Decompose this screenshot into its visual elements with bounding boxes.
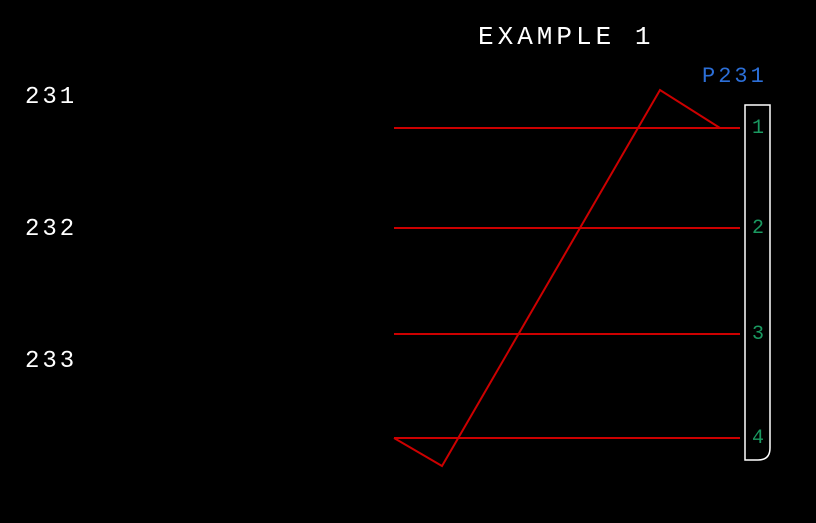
wiring-diagram: [0, 0, 816, 523]
twist-line: [394, 90, 720, 466]
connector-outline: [745, 105, 770, 460]
